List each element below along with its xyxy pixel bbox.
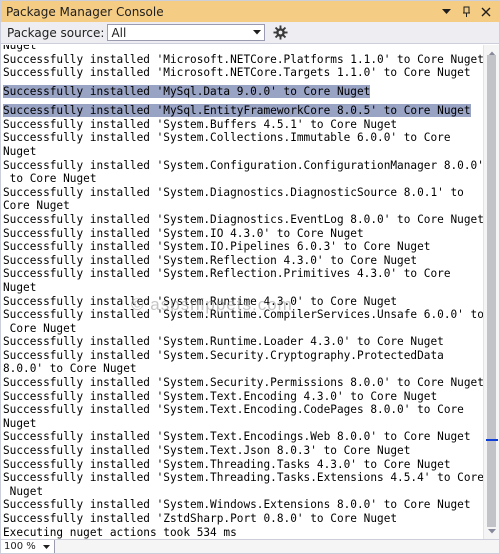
title-bar: Package Manager Console xyxy=(1,1,499,22)
close-button[interactable] xyxy=(479,5,493,19)
console-line: Successfully installed 'System.Windows.E… xyxy=(3,498,471,512)
console-line: Nuget xyxy=(3,416,37,430)
console-line: Successfully installed 'System.IO 4.3.0'… xyxy=(3,226,364,240)
console-line: Successfully installed 'System.Text.Json… xyxy=(3,444,411,458)
package-source-dropdown[interactable]: All xyxy=(107,24,266,41)
scroll-down-button[interactable] xyxy=(484,523,500,539)
console-line: Successfully installed 'System.Collectio… xyxy=(3,131,451,145)
console-line: Successfully installed 'ZstdSharp.Port 0… xyxy=(3,512,398,525)
console-line: Nuget xyxy=(3,484,44,498)
console-line: Successfully installed 'System.Diagnosti… xyxy=(3,185,464,199)
console-line: Successfully installed 'System.Threading… xyxy=(3,457,451,471)
horizontal-scrollbar[interactable] xyxy=(55,540,499,553)
package-source-value: All xyxy=(111,25,127,40)
console-line: Core Nuget xyxy=(3,199,70,213)
console-line: Successfully installed 'System.Text.Enco… xyxy=(3,389,438,403)
toolbar: Package source: All xyxy=(1,22,499,44)
scrollbar-position-marker xyxy=(486,439,498,441)
console-line: Nuget xyxy=(3,280,37,294)
console-line: Nuget xyxy=(3,144,37,158)
console-line: Successfully installed 'System.Security.… xyxy=(3,376,483,390)
close-icon xyxy=(481,7,491,16)
gear-icon xyxy=(273,25,288,40)
console-line: Executing nuget actions took 534 ms xyxy=(3,525,237,539)
console-line: Successfully installed 'Microsoft.NETCor… xyxy=(3,66,471,80)
pin-button[interactable] xyxy=(459,5,473,19)
title-controls xyxy=(439,5,499,19)
window-options-dropdown-button[interactable] xyxy=(439,5,453,19)
console-line: Successfully installed 'System.IO.Pipeli… xyxy=(3,240,431,254)
console-line: Successfully installed 'System.Threading… xyxy=(3,471,483,485)
dropdown-triangle-icon xyxy=(441,8,451,14)
package-manager-console-window: Package Manager Console Package source: … xyxy=(0,0,500,554)
console-line: Successfully installed 'System.Reflectio… xyxy=(3,267,451,281)
console-line: Successfully installed 'Microsoft.NETCor… xyxy=(3,52,483,66)
console-line: Core Nuget xyxy=(3,321,77,335)
console-line: Successfully installed 'System.Text.Enco… xyxy=(3,430,471,444)
bottom-bar: 100 % xyxy=(1,539,499,553)
console-line: Successfully installed 'System.Runtime 4… xyxy=(3,294,398,308)
console-line: Nuget xyxy=(3,45,37,52)
zoom-dropdown[interactable]: 100 % xyxy=(1,540,55,553)
console-line: Successfully installed 'System.Configura… xyxy=(3,158,483,172)
scrollbar-thumb[interactable] xyxy=(487,55,496,527)
zoom-level: 100 % xyxy=(4,541,36,552)
package-source-label: Package source: xyxy=(7,25,105,40)
chevron-down-icon xyxy=(43,544,50,549)
arrow-down-icon xyxy=(488,528,496,533)
console-line-selected: Successfully installed 'MySql.EntityFram… xyxy=(3,103,471,118)
console-line: to Core Nuget xyxy=(3,172,97,186)
console-line: Successfully installed 'System.Buffers 4… xyxy=(3,117,398,131)
console-line: Successfully installed 'System.Text.Enco… xyxy=(3,403,464,417)
pin-icon xyxy=(463,6,470,17)
chevron-down-icon xyxy=(250,25,264,40)
console-output[interactable]: Nuget Successfully installed 'Microsoft.N… xyxy=(1,45,483,539)
console-line: Successfully installed 'System.Runtime.C… xyxy=(3,308,483,322)
console-line-selected: Successfully installed 'MySql.Data 9.0.0… xyxy=(3,84,371,99)
console-lines: Nuget Successfully installed 'Microsoft.N… xyxy=(3,45,483,539)
console-line: Successfully installed 'System.Diagnosti… xyxy=(3,212,483,226)
console-line: 8.0.0' to Core Nuget xyxy=(3,362,137,376)
settings-button[interactable] xyxy=(271,24,289,42)
console-line: Successfully installed 'System.Runtime.L… xyxy=(3,335,444,349)
console-line: Successfully installed 'System.Security.… xyxy=(3,348,444,362)
console-line: Successfully installed 'System.Reflectio… xyxy=(3,253,418,267)
window-title: Package Manager Console xyxy=(6,4,164,19)
vertical-scrollbar[interactable] xyxy=(483,45,499,539)
